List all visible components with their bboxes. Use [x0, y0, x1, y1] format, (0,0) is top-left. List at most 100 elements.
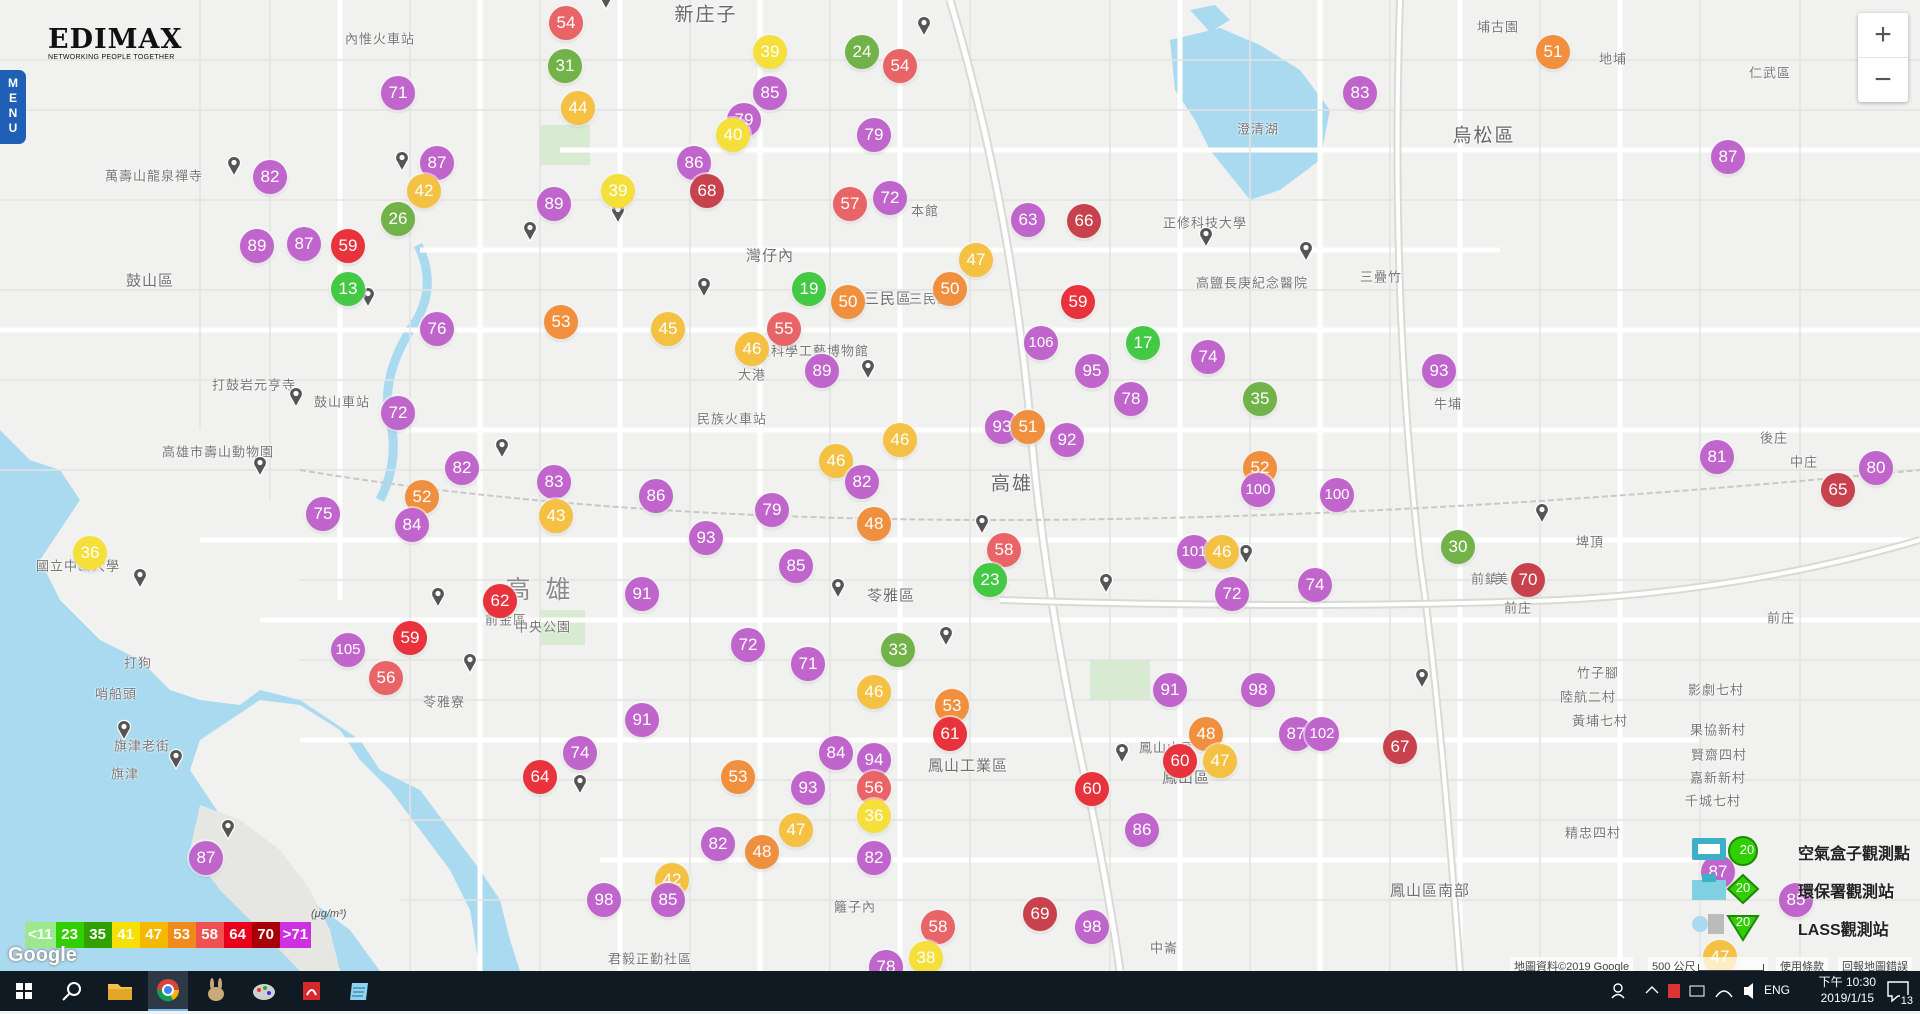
- pm25-marker[interactable]: 50: [831, 285, 865, 319]
- pm25-marker[interactable]: 71: [791, 647, 825, 681]
- pm25-marker[interactable]: 92: [1050, 423, 1084, 457]
- sensor-pin-icon[interactable]: [493, 437, 511, 459]
- pm25-marker[interactable]: 56: [369, 661, 403, 695]
- pm25-marker[interactable]: 44: [561, 91, 595, 125]
- pm25-marker[interactable]: 98: [587, 883, 621, 917]
- pm25-marker[interactable]: 42: [407, 174, 441, 208]
- sensor-pin-icon[interactable]: [829, 577, 847, 599]
- taskbar-app-1[interactable]: [196, 975, 236, 1007]
- terms-link[interactable]: 使用條款: [1776, 957, 1828, 971]
- notification-button[interactable]: 13: [1884, 979, 1914, 1007]
- pm25-marker[interactable]: 53: [544, 305, 578, 339]
- pm25-marker[interactable]: 58: [921, 910, 955, 944]
- taskbar-app-2[interactable]: [244, 975, 284, 1007]
- pm25-marker[interactable]: 59: [331, 229, 365, 263]
- pm25-marker[interactable]: 78: [1114, 382, 1148, 416]
- pm25-marker[interactable]: 31: [548, 49, 582, 83]
- pm25-marker[interactable]: 36: [73, 536, 107, 570]
- pm25-marker[interactable]: 76: [420, 312, 454, 346]
- pm25-marker[interactable]: 98: [1075, 910, 1109, 944]
- sensor-pin-icon[interactable]: [695, 276, 713, 298]
- pm25-marker[interactable]: 83: [537, 465, 571, 499]
- taskbar-app-4[interactable]: [340, 975, 380, 1007]
- pm25-marker[interactable]: 80: [1859, 451, 1893, 485]
- taskbar-app-3[interactable]: [292, 975, 332, 1007]
- pm25-marker[interactable]: 72: [1215, 577, 1249, 611]
- pm25-marker[interactable]: 82: [253, 160, 287, 194]
- pm25-marker[interactable]: 86: [1125, 813, 1159, 847]
- pm25-marker[interactable]: 79: [755, 493, 789, 527]
- pm25-marker[interactable]: 95: [1075, 354, 1109, 388]
- pm25-marker[interactable]: 82: [701, 827, 735, 861]
- pm25-marker[interactable]: 35: [1243, 382, 1277, 416]
- language-indicator[interactable]: ENG: [1764, 983, 1790, 999]
- pm25-marker[interactable]: 63: [1011, 203, 1045, 237]
- pm25-marker[interactable]: 69: [1023, 897, 1057, 931]
- pm25-marker[interactable]: 23: [973, 563, 1007, 597]
- pm25-marker[interactable]: 54: [549, 6, 583, 40]
- sensor-pin-icon[interactable]: [131, 567, 149, 589]
- pm25-marker[interactable]: 72: [873, 181, 907, 215]
- pm25-marker[interactable]: 47: [959, 243, 993, 277]
- pm25-marker[interactable]: 46: [883, 423, 917, 457]
- sensor-pin-icon[interactable]: [429, 586, 447, 608]
- pm25-marker[interactable]: 13: [331, 272, 365, 306]
- pm25-marker[interactable]: 38: [909, 941, 943, 971]
- pm25-marker[interactable]: 48: [745, 835, 779, 869]
- pm25-marker[interactable]: 65: [1821, 473, 1855, 507]
- pm25-marker[interactable]: 87: [189, 841, 223, 875]
- pm25-marker[interactable]: 85: [651, 883, 685, 917]
- pm25-marker[interactable]: 66: [1067, 204, 1101, 238]
- zoom-out-button[interactable]: −: [1858, 58, 1908, 102]
- pm25-marker[interactable]: 59: [393, 621, 427, 655]
- pm25-marker[interactable]: 46: [735, 332, 769, 366]
- pm25-marker[interactable]: 36: [857, 799, 891, 833]
- pm25-marker[interactable]: 26: [381, 202, 415, 236]
- sensor-pin-icon[interactable]: [167, 748, 185, 770]
- map-canvas[interactable]: 新庄子 埔古園 內惟火車站 地埔 澄清湖 烏松區 鼓山區 三民區 灣仔內 本館 三民區 國立科學工藝博…: [0, 0, 1920, 971]
- pm25-marker[interactable]: 89: [537, 187, 571, 221]
- pm25-marker[interactable]: 71: [381, 76, 415, 110]
- pm25-marker[interactable]: 87: [1711, 140, 1745, 174]
- pm25-marker[interactable]: 70: [1511, 563, 1545, 597]
- pm25-marker[interactable]: 100: [1320, 478, 1354, 512]
- pm25-marker[interactable]: 74: [563, 736, 597, 770]
- pm25-marker[interactable]: 72: [731, 628, 765, 662]
- pm25-marker[interactable]: 86: [639, 479, 673, 513]
- sensor-pin-icon[interactable]: [937, 625, 955, 647]
- sensor-pin-icon[interactable]: [287, 386, 305, 408]
- pm25-marker[interactable]: 48: [857, 507, 891, 541]
- taskbar-explorer[interactable]: [100, 975, 140, 1007]
- sensor-pin-icon[interactable]: [225, 155, 243, 177]
- pm25-marker[interactable]: 79: [857, 118, 891, 152]
- pm25-marker[interactable]: 60: [1075, 772, 1109, 806]
- sensor-pin-icon[interactable]: [1197, 226, 1215, 248]
- report-link[interactable]: 回報地圖錯誤: [1838, 957, 1912, 971]
- pm25-marker[interactable]: 19: [792, 272, 826, 306]
- sensor-pin-icon[interactable]: [1413, 667, 1431, 689]
- pm25-marker[interactable]: 58: [987, 533, 1021, 567]
- pm25-marker[interactable]: 89: [805, 354, 839, 388]
- pm25-marker[interactable]: 72: [381, 396, 415, 430]
- sensor-pin-icon[interactable]: [571, 773, 589, 795]
- menu-tab[interactable]: MENU: [0, 70, 26, 144]
- pm25-marker[interactable]: 50: [933, 272, 967, 306]
- sensor-pin-icon[interactable]: [219, 818, 237, 840]
- pm25-marker[interactable]: 45: [651, 312, 685, 346]
- pm25-marker[interactable]: 83: [1343, 76, 1377, 110]
- pm25-marker[interactable]: 93: [791, 771, 825, 805]
- scale-label[interactable]: 500 公尺: [1648, 957, 1769, 971]
- pm25-marker[interactable]: 47: [1203, 744, 1237, 778]
- pm25-marker[interactable]: 17: [1126, 326, 1160, 360]
- pm25-marker[interactable]: 46: [1205, 535, 1239, 569]
- pm25-marker[interactable]: 93: [689, 521, 723, 555]
- pm25-marker[interactable]: 64: [523, 760, 557, 794]
- sensor-pin-icon[interactable]: [251, 455, 269, 477]
- pm25-marker[interactable]: 75: [306, 497, 340, 531]
- taskbar-chrome[interactable]: [148, 971, 188, 1011]
- zoom-in-button[interactable]: +: [1858, 13, 1908, 58]
- pm25-marker[interactable]: 40: [716, 118, 750, 152]
- sensor-pin-icon[interactable]: [461, 652, 479, 674]
- pm25-marker[interactable]: 82: [857, 841, 891, 875]
- sensor-pin-icon[interactable]: [1097, 572, 1115, 594]
